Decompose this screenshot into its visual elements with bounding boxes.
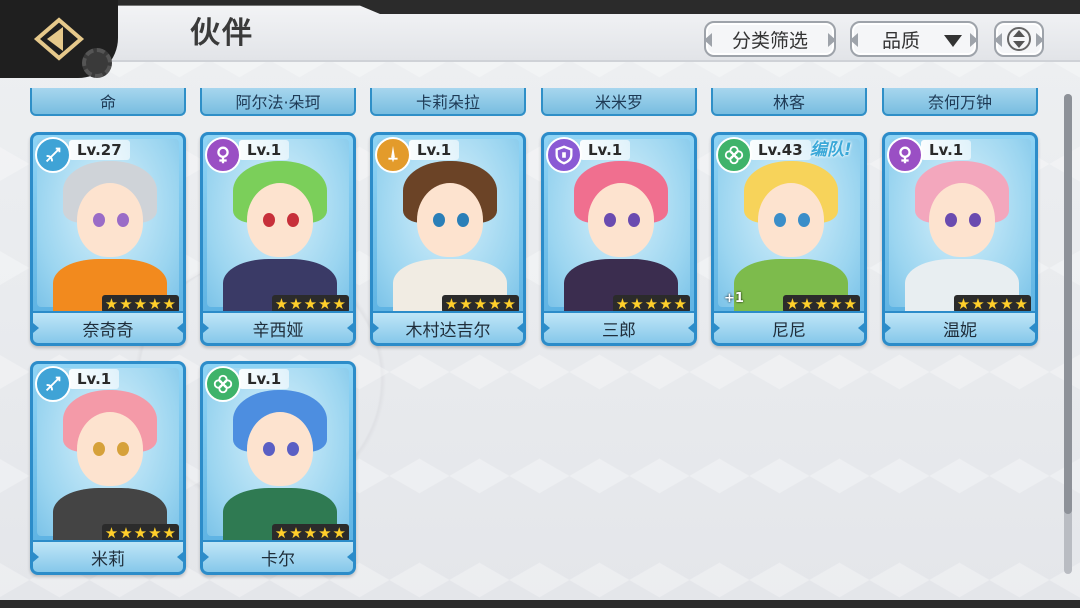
hero-face (247, 183, 313, 257)
hero-eye (457, 213, 469, 227)
hero-card[interactable]: Lv.1 ★ ★ ★ ★ ★ 温妮 (882, 132, 1038, 346)
filter-button[interactable]: 分类筛选 (704, 21, 836, 57)
hero-card[interactable]: Lv.1 ★ ★ ★ ★ ★ 米莉 (30, 361, 186, 575)
hero-name: 奈何万钟 (927, 93, 992, 112)
gear-ornament-icon (82, 48, 112, 78)
hero-face (77, 412, 143, 486)
hero-eye (969, 213, 981, 227)
hero-face (588, 183, 654, 257)
hero-name: 阿尔法·朵珂 (235, 93, 321, 112)
partial-hero-card[interactable]: 阿尔法·朵珂 (200, 88, 356, 116)
hero-eye (263, 213, 275, 227)
hero-eye (628, 213, 640, 227)
hero-name: 尼尼 (714, 311, 864, 343)
bow-icon (35, 137, 71, 173)
hero-eye (117, 442, 129, 456)
hero-level: Lv.1 (69, 369, 120, 389)
hero-name: 卡尔 (203, 540, 353, 572)
hero-level: Lv.1 (239, 140, 290, 160)
venus-icon (205, 137, 241, 173)
hero-face (758, 183, 824, 257)
partial-hero-card[interactable]: 命 (30, 88, 186, 116)
partial-hero-card[interactable]: 林客 (711, 88, 867, 116)
hero-name: 温妮 (885, 311, 1035, 343)
hero-name: 木村达吉尔 (373, 311, 523, 343)
hero-level: Lv.1 (239, 369, 290, 389)
scrollbar-thumb[interactable] (1064, 94, 1072, 514)
quality-dropdown-label: 品质 (882, 29, 921, 52)
partial-hero-card[interactable]: 卡莉朵拉 (370, 88, 526, 116)
page-title: 伙伴 (190, 16, 254, 51)
dropdown-arrow-icon (944, 35, 962, 47)
hero-face (77, 183, 143, 257)
partial-hero-card[interactable]: 米米罗 (541, 88, 697, 116)
hero-name: 米莉 (33, 540, 183, 572)
hero-card[interactable]: Lv.1 ★ ★ ★ ★ ★ 辛西娅 (200, 132, 356, 346)
shield-icon (546, 137, 582, 173)
partial-hero-card[interactable]: 奈何万钟 (882, 88, 1038, 116)
back-arrow-icon (33, 17, 85, 61)
clover-icon (205, 366, 241, 402)
hero-eye (263, 442, 275, 456)
hero-level: Lv.1 (580, 140, 631, 160)
quality-sort-dropdown[interactable]: 品质 (850, 21, 978, 57)
team-tag: 编队! (810, 140, 852, 160)
hero-card[interactable]: Lv.43 编队! +1 ★ ★ ★ ★ ★ 尼尼 (711, 132, 867, 346)
bonus-count: +1 (724, 291, 744, 306)
hero-eye (774, 213, 786, 227)
hero-face (247, 412, 313, 486)
hero-name: 命 (99, 93, 116, 112)
hero-level: Lv.27 (69, 140, 130, 160)
hero-eye (945, 213, 957, 227)
sword-icon (375, 137, 411, 173)
hero-eye (433, 213, 445, 227)
hero-name: 三郎 (544, 311, 694, 343)
bottom-bar (0, 600, 1080, 608)
hero-card[interactable]: Lv.27 ★ ★ ★ ★ ★ 奈奇奇 (30, 132, 186, 346)
scrollbar[interactable] (1064, 94, 1072, 574)
hero-eye (287, 442, 299, 456)
hero-eye (798, 213, 810, 227)
hero-face (929, 183, 995, 257)
hero-eye (117, 213, 129, 227)
hero-card[interactable]: Lv.1 ★ ★ ★ ★ ★ 木村达吉尔 (370, 132, 526, 346)
hero-eye (604, 213, 616, 227)
hero-level: Lv.43 (750, 140, 811, 160)
hero-face (417, 183, 483, 257)
hero-name: 米米罗 (594, 93, 643, 112)
hero-name: 辛西娅 (203, 311, 353, 343)
hero-level: Lv.1 (409, 140, 460, 160)
bow-icon (35, 366, 71, 402)
hero-name: 林客 (772, 93, 805, 112)
hero-eye (93, 442, 105, 456)
hero-eye (93, 213, 105, 227)
hero-card[interactable]: Lv.1 ★ ★ ★ ★ ★ 卡尔 (200, 361, 356, 575)
sort-order-button[interactable] (994, 21, 1044, 57)
hero-eye (287, 213, 299, 227)
hero-level: Lv.1 (921, 140, 972, 160)
clover-icon (716, 137, 752, 173)
hero-card[interactable]: Lv.1 ★ ★ ★ ★ ★ 三郎 (541, 132, 697, 346)
filter-button-label: 分类筛选 (731, 29, 808, 52)
venus-icon (887, 137, 923, 173)
hero-name: 卡莉朵拉 (415, 93, 480, 112)
sort-order-icon (1007, 27, 1031, 51)
hero-name: 奈奇奇 (33, 311, 183, 343)
